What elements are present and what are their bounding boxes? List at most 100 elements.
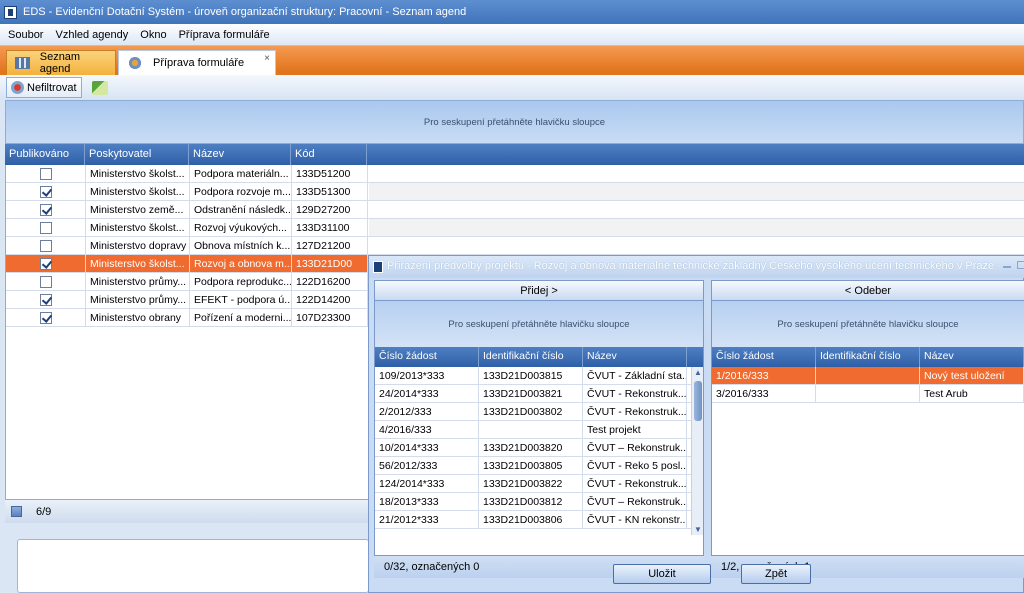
table-row[interactable]: 2/2012/333 133D21D003802 ČVUT - Rekonstruk… [375,403,703,421]
published-checkbox[interactable] [39,312,52,324]
column-header-identifikacni-cislo[interactable]: Identifikační číslo [816,347,920,367]
published-checkbox[interactable] [39,294,52,306]
grid-header: Číslo žádost Identifikační číslo Název [375,347,703,367]
code-cell: 127D21200 [292,237,368,255]
menu-okno[interactable]: Okno [140,29,166,41]
cell: 3/2016/333 [712,385,816,403]
published-checkbox[interactable] [39,204,52,216]
menu-vzhled-agendy[interactable]: Vzhled agendy [55,29,128,41]
no-filter-button[interactable]: Nefiltrovat [6,77,82,98]
maximize-icon[interactable] [1017,261,1024,269]
published-checkbox[interactable] [39,186,52,198]
column-header-cislo-zadost[interactable]: Číslo žádost [712,347,816,367]
provider-cell: Ministerstvo průmy... [86,273,190,291]
code-cell: 129D27200 [292,201,368,219]
column-header-nazev[interactable]: Název [189,144,291,165]
grid-body: Ministerstvo školst... Podpora materiáln… [5,165,369,499]
cell: ČVUT - Rekonstruk... [583,475,687,493]
scroll-down-icon[interactable]: ▼ [694,525,702,534]
name-cell: Podpora reprodukc... [190,273,292,291]
vertical-scrollbar[interactable]: ▲ ▼ [691,367,703,535]
column-header-nazev[interactable]: Název [920,347,1024,367]
name-cell: Obnova místních k... [190,237,292,255]
column-header-identifikacni-cislo[interactable]: Identifikační číslo [479,347,583,367]
table-row[interactable]: 21/2012*333 133D21D003806 ČVUT - KN rekons… [375,511,703,529]
table-row[interactable]: 10/2014*333 133D21D003820 ČVUT – Rekonstru… [375,439,703,457]
table-row[interactable]: Ministerstvo průmy... Podpora reprodukc.… [6,273,369,291]
code-cell: 133D31100 [292,219,368,237]
cell: 24/2014*333 [375,385,479,403]
table-row[interactable]: Ministerstvo obrany Pořízení a moderni..… [6,309,369,327]
provider-cell: Ministerstvo školst... [86,255,190,273]
group-by-area[interactable]: Pro seskupení přetáhněte hlavičku sloupc… [5,100,1024,144]
menu-bar: Soubor Vzhled agendy Okno Příprava formu… [0,24,1024,46]
add-filter-icon[interactable] [91,80,108,95]
table-row-selected[interactable]: 1/2016/333 Nový test uložení [712,367,1024,385]
dialog-title: Přiřazení předvolby projektu - Rozvoj a … [387,260,995,272]
group-by-area[interactable]: Pro seskupení přetáhněte hlavičku sloupc… [375,301,703,347]
cell: 133D21D003821 [479,385,583,403]
code-cell: 122D16200 [292,273,368,291]
grid-status-bar: 6/9 [5,499,369,523]
table-row[interactable]: 3/2016/333 Test Arub [712,385,1024,403]
no-filter-label: Nefiltrovat [27,81,77,94]
table-row[interactable]: Ministerstvo průmy... EFEKT - podpora ú.… [6,291,369,309]
tab-label: Příprava formuláře [153,57,245,69]
close-icon[interactable]: × [264,53,270,64]
column-header-cislo-zadost[interactable]: Číslo žádost [375,347,479,367]
name-cell: Rozvoj a obnova m... [190,255,292,273]
name-cell: Odstranění následk... [190,201,292,219]
tab-seznam-agend[interactable]: Seznam agend [6,50,116,75]
cell: 56/2012/333 [375,457,479,475]
table-row[interactable]: 124/2014*333 133D21D003822 ČVUT - Rekonstr… [375,475,703,493]
assign-preset-dialog: Přiřazení předvolby projektu - Rozvoj a … [368,255,1024,593]
scroll-thumb[interactable] [694,381,702,421]
table-row[interactable]: 24/2014*333 133D21D003821 ČVUT - Rekonstru… [375,385,703,403]
column-header-publikovano[interactable]: Publikováno [5,144,85,165]
table-row[interactable]: 109/2013*333 133D21D003815 ČVUT - Základní… [375,367,703,385]
published-checkbox[interactable] [39,240,52,252]
table-row[interactable]: 18/2013*333 133D21D003812 ČVUT – Rekonstru… [375,493,703,511]
tab-priprava-formulare[interactable]: Příprava formuláře × [118,50,276,75]
minimize-icon[interactable] [1003,266,1011,268]
group-hint: Pro seskupení přetáhněte hlavičku sloupc… [423,117,606,128]
cell: 133D21D003820 [479,439,583,457]
name-cell: Rozvoj výukových... [190,219,292,237]
published-checkbox[interactable] [39,168,52,180]
code-cell: 133D51300 [292,183,368,201]
add-button[interactable]: Přidej > [375,281,703,301]
table-row[interactable]: 4/2016/333 Test projekt [375,421,703,439]
published-checkbox[interactable] [39,276,52,288]
remove-button[interactable]: < Odeber [712,281,1024,301]
scroll-up-icon[interactable]: ▲ [694,368,702,377]
table-row[interactable]: Ministerstvo země... Odstranění následk.… [6,201,369,219]
cell: 133D21D003812 [479,493,583,511]
name-cell: Podpora rozvoje m... [190,183,292,201]
published-checkbox[interactable] [39,258,52,270]
group-by-area[interactable]: Pro seskupení přetáhněte hlavičku sloupc… [712,301,1024,347]
table-row[interactable]: Ministerstvo školst... Rozvoj výukových.… [6,219,369,237]
menu-priprava-formulare[interactable]: Příprava formuláře [179,29,270,41]
table-row[interactable]: 56/2012/333 133D21D003805 ČVUT - Reko 5 po… [375,457,703,475]
cell: 10/2014*333 [375,439,479,457]
table-row[interactable]: Ministerstvo školst... Podpora rozvoje m… [6,183,369,201]
menu-soubor[interactable]: Soubor [8,29,43,41]
cell: ČVUT - Základní sta... [583,367,687,385]
published-checkbox[interactable] [39,222,52,234]
provider-cell: Ministerstvo země... [86,201,190,219]
table-row[interactable]: Ministerstvo školst... Podpora materiáln… [6,165,369,183]
expand-icon[interactable] [11,506,22,517]
save-button[interactable]: Uložit [613,564,711,584]
name-cell: Podpora materiáln... [190,165,292,183]
column-header-poskytovatel[interactable]: Poskytovatel [85,144,189,165]
table-row[interactable]: Ministerstvo dopravy Obnova místních k..… [6,237,369,255]
filter-off-icon [11,81,24,94]
column-header-kod[interactable]: Kód [291,144,367,165]
cell: 124/2014*333 [375,475,479,493]
back-button[interactable]: Zpět [741,564,811,584]
grid-header: Publikováno Poskytovatel Název Kód [5,144,1024,165]
column-header-nazev[interactable]: Název [583,347,687,367]
table-row-selected[interactable]: Ministerstvo školst... Rozvoj a obnova m… [6,255,369,273]
cell: 133D21D003822 [479,475,583,493]
detail-panel [5,523,369,593]
